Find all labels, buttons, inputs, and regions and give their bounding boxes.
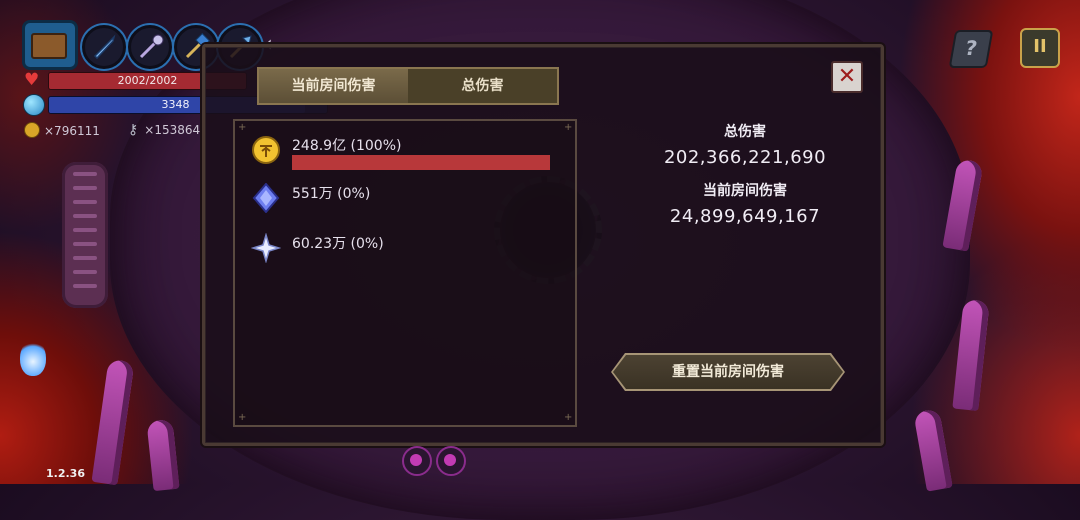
corner-ornament: + [564, 122, 573, 133]
total-damage-value: 202,366,221,690 [663, 147, 827, 168]
sword-icon [93, 34, 116, 60]
coin-icon [24, 122, 40, 138]
damage-share-bar [292, 155, 550, 170]
close-button[interactable]: ✕ [831, 61, 863, 93]
white-star-icon [251, 233, 281, 263]
heart-icon: ♥ [24, 70, 40, 90]
key-counter: ⚷ ×153864 [128, 122, 200, 138]
question-icon: ? [963, 36, 980, 60]
key-count: ×153864 [144, 123, 201, 137]
tab-total-damage[interactable]: 总伤害 [408, 69, 557, 103]
blue-crystal-icon [252, 183, 280, 213]
inventory-chest-button[interactable] [22, 20, 78, 70]
damage-source-label: 551万 (0%) [292, 186, 371, 202]
room-damage-label: 当前房间伤害 [703, 183, 787, 199]
spine-decoration [62, 162, 108, 308]
list-item: 248.9亿 (100%) [235, 135, 575, 175]
mana-orb-icon [23, 94, 45, 116]
coin-counter: ×796111 [24, 122, 100, 138]
close-icon: ✕ [837, 64, 857, 89]
list-item: 60.23万 (0%) [235, 233, 575, 273]
damage-summary: 总伤害 202,366,221,690 当前房间伤害 24,899,649,16… [635, 121, 855, 227]
reset-room-damage-button[interactable]: 重置当前房间伤害 [611, 353, 845, 391]
weapon-slot-1[interactable] [82, 25, 126, 69]
damage-tabs: 当前房间伤害 总伤害 [257, 67, 559, 105]
corner-ornament: + [238, 412, 247, 423]
damage-source-label: 248.9亿 (100%) [292, 138, 402, 154]
coin-count: ×796111 [44, 124, 100, 138]
skill-icon[interactable] [402, 446, 432, 476]
total-damage-label: 总伤害 [724, 124, 766, 140]
reset-button-label: 重置当前房间伤害 [613, 355, 843, 389]
weapon-slot-2[interactable] [128, 25, 172, 69]
corner-ornament: + [564, 412, 573, 423]
chest-icon [31, 33, 67, 59]
damage-source-list: + + + + 248.9亿 (100%) 551万 (0%) 60.23万 (… [233, 119, 577, 427]
damage-source-label: 60.23万 (0%) [292, 236, 384, 252]
skill-icon[interactable] [436, 446, 466, 476]
tab-current-room-damage[interactable]: 当前房间伤害 [259, 69, 408, 103]
help-book-button[interactable]: ? [948, 30, 994, 68]
pause-button[interactable]: II [1020, 28, 1060, 68]
key-icon: ⚷ [128, 122, 139, 138]
corner-ornament: + [238, 122, 247, 133]
pause-icon: II [1033, 36, 1047, 57]
staff-icon [139, 34, 164, 59]
wisp-icon [20, 340, 46, 376]
gold-rune-icon [252, 136, 280, 164]
room-damage-value: 24,899,649,167 [669, 206, 821, 227]
damage-stats-dialog: 当前房间伤害 总伤害 ✕ + + + + 248.9亿 (100%) 551万 … [202, 44, 884, 446]
version-label: 1.2.36 [46, 467, 85, 480]
list-item: 551万 (0%) [235, 183, 575, 223]
